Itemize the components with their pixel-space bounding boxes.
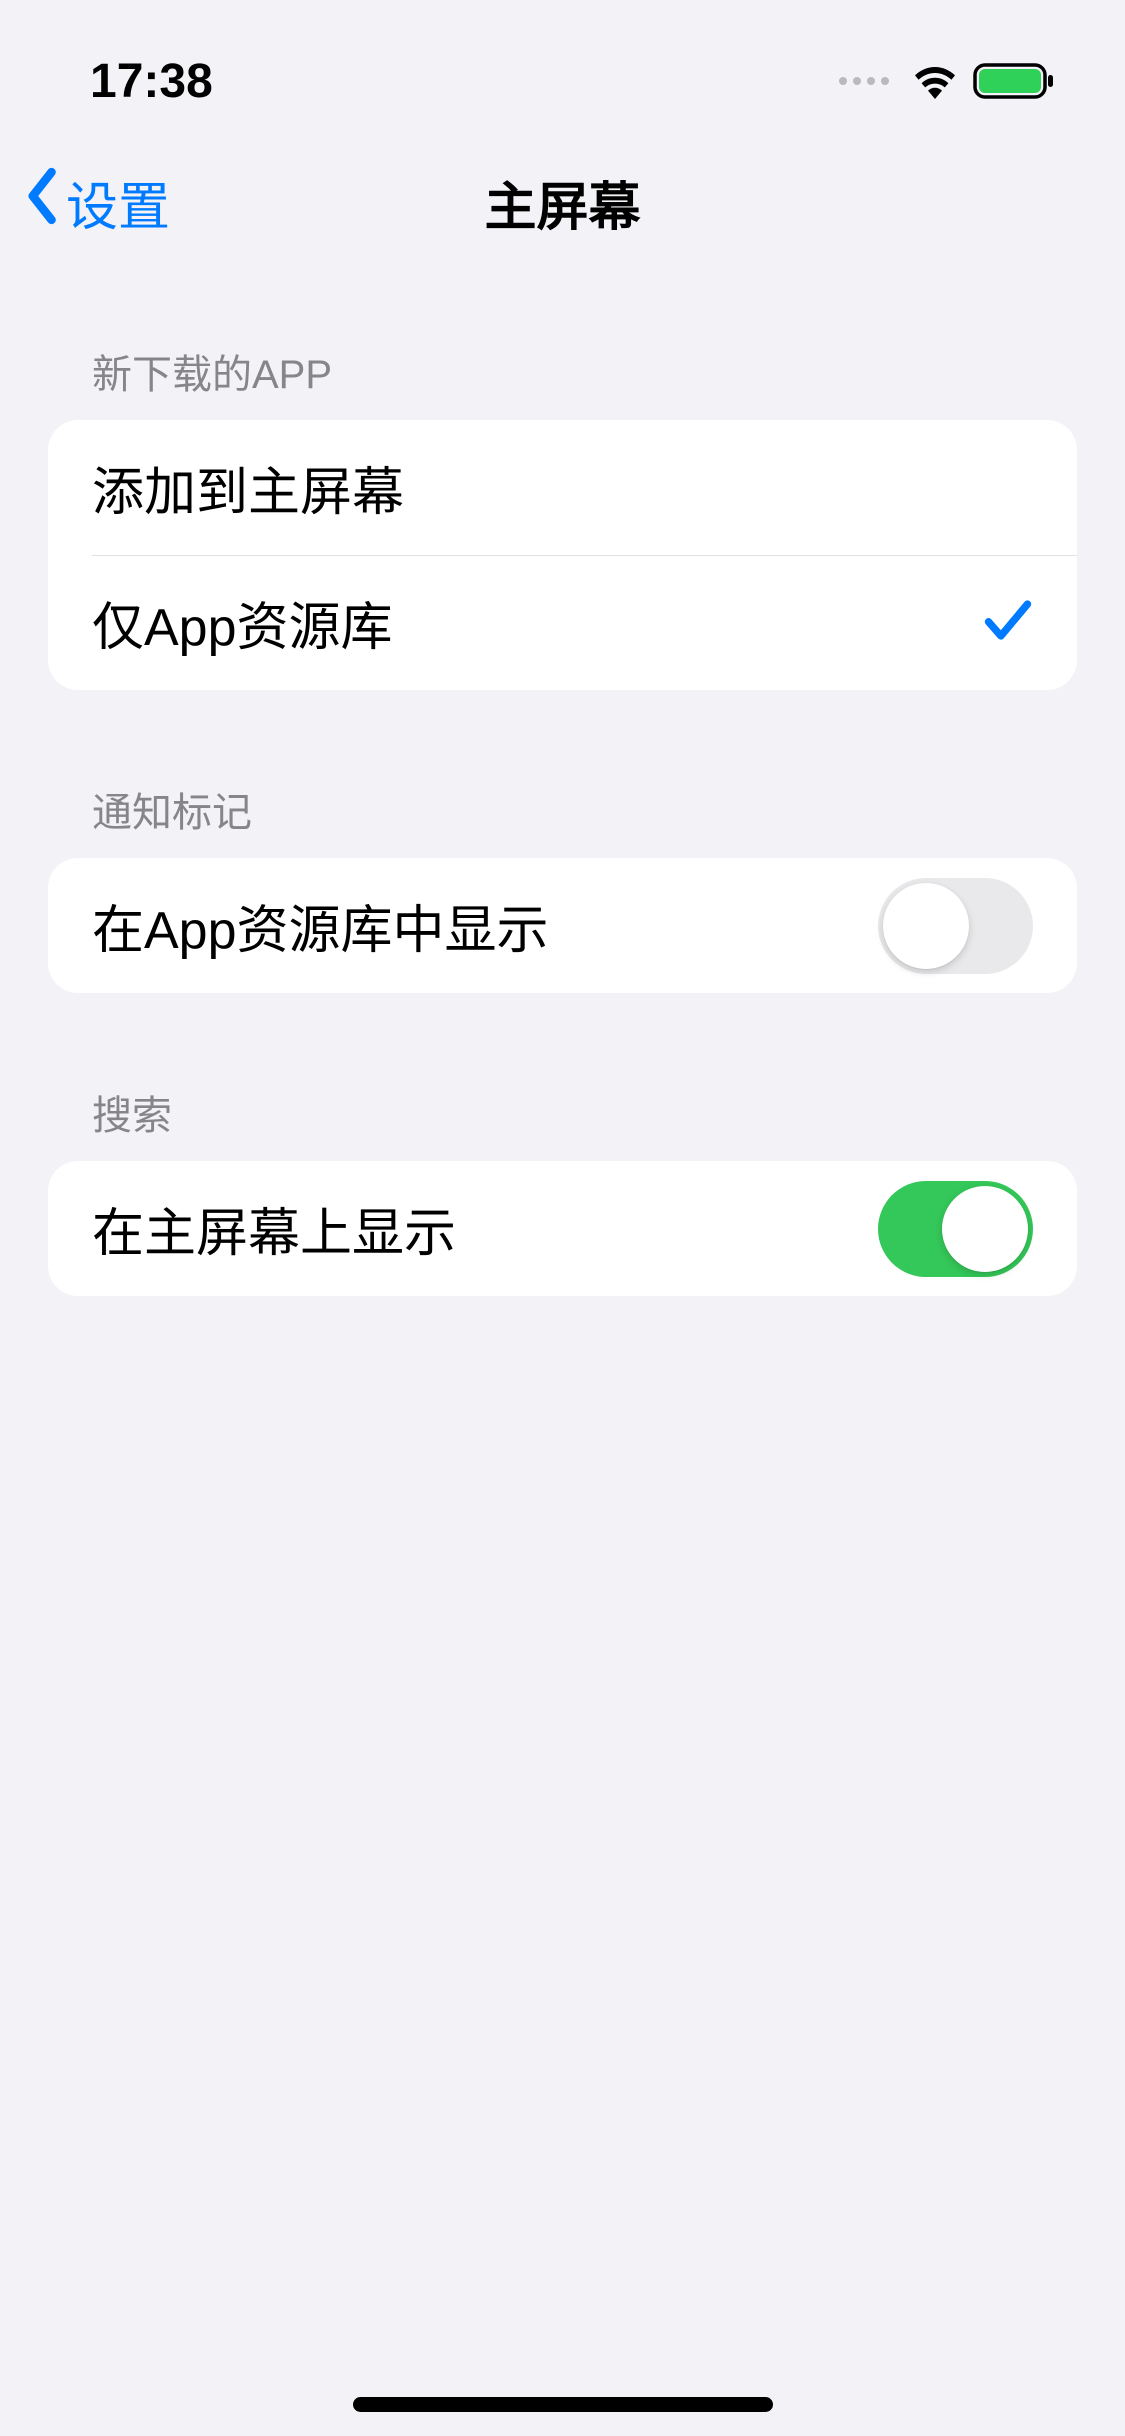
row-label: 在主屏幕上显示 <box>92 1191 456 1266</box>
group-new-downloads: 添加到主屏幕 仅App资源库 <box>48 420 1077 690</box>
option-label: 添加到主屏幕 <box>92 450 404 525</box>
toggle-show-in-app-library[interactable] <box>878 878 1033 974</box>
status-time: 17:38 <box>90 54 213 109</box>
page-title: 主屏幕 <box>484 165 640 240</box>
option-add-to-home[interactable]: 添加到主屏幕 <box>48 420 1077 555</box>
option-app-library-only[interactable]: 仅App资源库 <box>48 555 1077 690</box>
group-notification-badges: 在App资源库中显示 <box>48 858 1077 993</box>
checkmark-icon <box>983 597 1033 648</box>
home-indicator[interactable] <box>353 2397 773 2412</box>
section-header-notification-badges: 通知标记 <box>48 780 1077 838</box>
section-header-new-downloads: 新下载的APP <box>48 342 1077 400</box>
chevron-left-icon <box>24 167 62 238</box>
status-bar: 17:38 <box>0 0 1125 132</box>
wifi-icon <box>911 63 959 99</box>
toggle-show-on-home-screen[interactable] <box>878 1181 1033 1277</box>
row-label: 在App资源库中显示 <box>92 888 549 963</box>
option-label: 仅App资源库 <box>92 585 393 660</box>
back-button[interactable]: 设置 <box>24 165 170 240</box>
signal-dots-icon <box>839 77 889 85</box>
group-search: 在主屏幕上显示 <box>48 1161 1077 1296</box>
section-header-search: 搜索 <box>48 1083 1077 1141</box>
row-show-in-app-library: 在App资源库中显示 <box>48 858 1077 993</box>
nav-bar: 设置 主屏幕 <box>0 132 1125 272</box>
battery-icon <box>973 61 1055 101</box>
status-indicators <box>839 61 1055 101</box>
row-show-on-home-screen: 在主屏幕上显示 <box>48 1161 1077 1296</box>
back-label: 设置 <box>66 165 170 240</box>
